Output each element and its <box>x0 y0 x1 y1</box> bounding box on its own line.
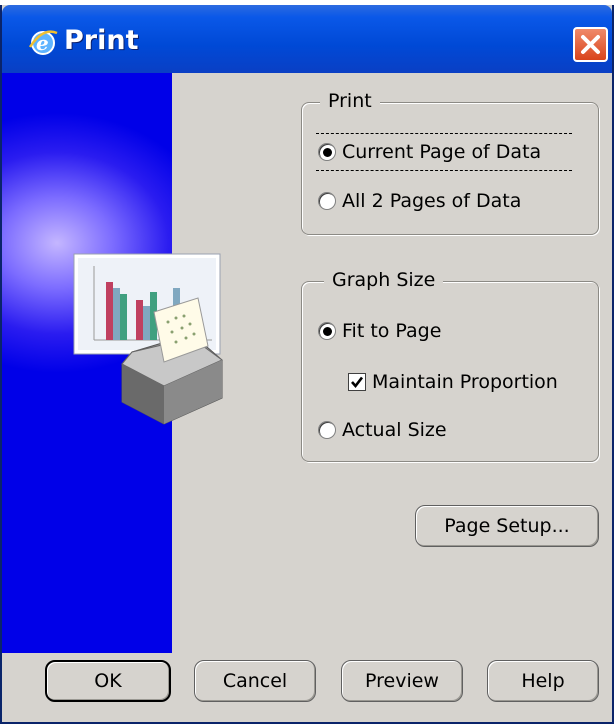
side-panel-artwork <box>2 73 223 653</box>
cancel-button[interactable]: Cancel <box>194 660 316 702</box>
title-bar[interactable]: e Print <box>2 5 612 73</box>
ie-logo-icon: e <box>28 30 58 55</box>
radio-button-selected[interactable] <box>318 322 336 340</box>
radio-all-pages[interactable]: All 2 Pages of Data <box>318 187 578 215</box>
cancel-button-label: Cancel <box>222 670 288 692</box>
print-range-group: Print Current Page of Data All 2 Pages o… <box>301 90 599 235</box>
radio-actual-size[interactable]: Actual Size <box>318 416 578 444</box>
radio-actual-size-label: Actual Size <box>342 419 447 441</box>
radio-button[interactable] <box>318 192 336 210</box>
preview-button-label: Preview <box>365 670 439 692</box>
close-button[interactable] <box>573 27 608 62</box>
checkbox-maintain-proportion-label: Maintain Proportion <box>372 371 558 393</box>
checkbox-maintain-proportion[interactable]: Maintain Proportion <box>348 368 593 396</box>
print-group-label: Print <box>320 90 380 112</box>
radio-current-page-label: Current Page of Data <box>342 141 542 163</box>
radio-current-page[interactable]: Current Page of Data <box>318 138 578 166</box>
window-title: Print <box>64 25 139 56</box>
graph-size-group-label: Graph Size <box>324 269 444 291</box>
checkmark-icon <box>351 376 364 389</box>
help-button-label: Help <box>521 670 565 692</box>
page-setup-button[interactable]: Page Setup... <box>415 505 599 547</box>
radio-fit-to-page-label: Fit to Page <box>342 320 442 342</box>
page-setup-button-label: Page Setup... <box>444 515 570 537</box>
close-icon <box>581 35 600 54</box>
ok-button-label: OK <box>94 670 122 692</box>
radio-button-selected[interactable] <box>318 143 336 161</box>
print-dialog: e Print Print Current Page of Data All 2… <box>0 5 614 724</box>
graph-size-group: Graph Size Fit to Page Maintain Proporti… <box>301 269 599 462</box>
preview-button[interactable]: Preview <box>341 660 463 702</box>
radio-button[interactable] <box>318 421 336 439</box>
radio-all-pages-label: All 2 Pages of Data <box>342 190 522 212</box>
ok-button[interactable]: OK <box>45 660 171 702</box>
checkbox-checked[interactable] <box>348 373 366 391</box>
help-button[interactable]: Help <box>487 660 599 702</box>
printer-chart-illustration <box>73 253 223 425</box>
radio-fit-to-page[interactable]: Fit to Page <box>318 317 578 345</box>
